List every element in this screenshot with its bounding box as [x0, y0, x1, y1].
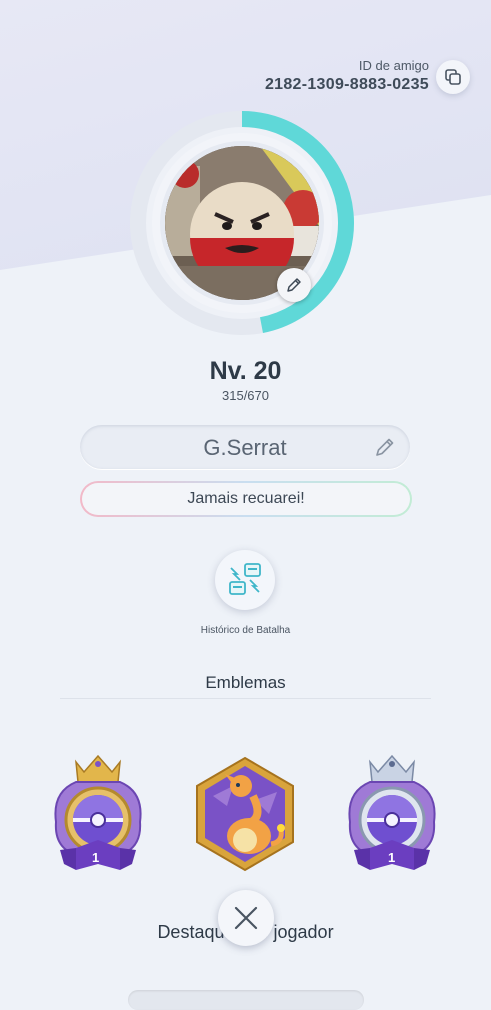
battle-history-label: Histórico de Batalha [200, 625, 291, 636]
copy-friend-id-button[interactable] [436, 60, 470, 94]
friend-id-value: 2182-1309-8883-0235 [264, 76, 429, 93]
edit-avatar-button[interactable] [277, 268, 311, 302]
motto-field[interactable]: Jamais recuarei! [80, 481, 412, 517]
xp-text: 315/670 [222, 388, 269, 403]
silver-crown-pokeball-emblem-icon[interactable]: 1 [340, 752, 444, 881]
motto-text: Jamais recuarei! [82, 483, 410, 515]
username-field[interactable]: G.Serrat [80, 425, 410, 469]
username-text: G.Serrat [203, 435, 287, 460]
pencil-icon [287, 278, 301, 292]
emblems-title: Emblemas [205, 673, 286, 692]
emblem-rank: 1 [388, 850, 396, 865]
bottom-panel-handle[interactable] [128, 990, 364, 1010]
edit-username-icon[interactable] [374, 436, 396, 463]
friend-id-block: ID de amigo 2182-1309-8883-0235 [265, 58, 429, 94]
charizard-hexagon-emblem-icon[interactable] [193, 756, 297, 877]
emblems-divider [60, 698, 431, 699]
level-label: Nv. 20 [209, 357, 282, 385]
avatar-block [120, 108, 370, 344]
close-button[interactable] [218, 890, 274, 946]
friend-id-label: ID de amigo [358, 58, 429, 73]
gold-crown-pokeball-emblem-icon[interactable]: 1 [46, 752, 150, 881]
emblem-rank: 1 [92, 850, 100, 865]
close-icon [234, 906, 258, 930]
battle-history-button[interactable] [215, 550, 275, 610]
copy-icon [445, 69, 461, 85]
battle-history-icon [229, 563, 261, 595]
